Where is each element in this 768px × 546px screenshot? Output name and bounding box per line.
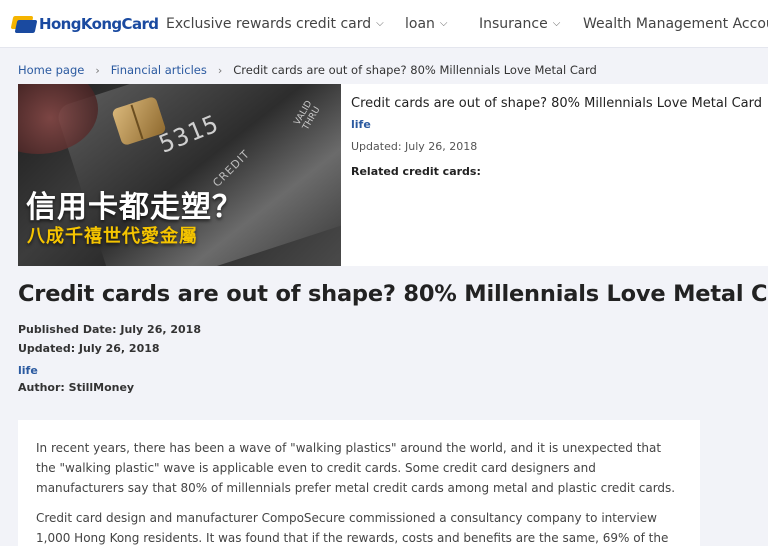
article-card-title[interactable]: Credit cards are out of shape? 80% Mille… [351, 96, 762, 112]
article-body: In recent years, there has been a wave o… [18, 420, 700, 546]
page-title: Credit cards are out of shape? 80% Mille… [18, 281, 768, 307]
nav-loan[interactable]: loan ⌵ [405, 0, 448, 48]
article-paragraph: Credit card design and manufacturer Comp… [36, 511, 669, 545]
breadcrumb-separator-icon: › [217, 63, 223, 77]
logo-text: HongKongCard [39, 15, 159, 33]
nav-label: loan [405, 16, 435, 32]
nav-label: Wealth Management Account [583, 16, 768, 32]
article-card-related: Related credit cards: [351, 165, 481, 178]
chevron-down-icon: ⌵ [439, 17, 448, 29]
chevron-down-icon: ⌵ [376, 17, 384, 29]
breadcrumb-separator-icon: › [95, 63, 100, 77]
nav-credit-card[interactable]: credit card ⌵ [296, 0, 384, 48]
published-date: Published Date: July 26, 2018 [18, 323, 201, 336]
thumbnail-headline: 信用卡都走塑？ [26, 190, 243, 225]
article-card-tag[interactable]: life [351, 118, 761, 131]
breadcrumb-section-link[interactable]: Financial articles [111, 63, 207, 77]
article-card-info: Credit cards are out of shape? 80% Mille… [351, 96, 762, 178]
breadcrumb-home-link[interactable]: Home page [18, 63, 84, 77]
article-thumbnail[interactable]: 5315 VALID THRU CREDIT 信用卡都走塑？ 八成千禧世代愛金屬 [18, 84, 341, 266]
article-paragraph: In recent years, there has been a wave o… [36, 441, 676, 495]
breadcrumb-current: Credit cards are out of shape? 80% Mille… [233, 63, 597, 77]
site-header: HongKongCard Exclusive rewards credit ca… [0, 0, 768, 48]
article-author: Author: StillMoney [18, 381, 135, 394]
nav-label: Exclusive rewards [166, 16, 292, 32]
article-tag[interactable]: life [18, 364, 38, 377]
nav-label: credit card [296, 16, 372, 32]
thumbnail-subline: 八成千禧世代愛金屬 [27, 226, 198, 247]
article-card[interactable]: 5315 VALID THRU CREDIT 信用卡都走塑？ 八成千禧世代愛金屬… [18, 84, 768, 266]
article-card-updated: Updated: July 26, 2018 [351, 140, 478, 153]
logo-cards-icon [10, 13, 38, 35]
site-logo[interactable]: HongKongCard [10, 12, 159, 36]
chevron-down-icon: ⌵ [552, 17, 561, 29]
nav-wealth-management[interactable]: Wealth Management Account ⌵ [583, 0, 768, 48]
breadcrumb: Home page › Financial articles › Credit … [18, 63, 597, 77]
updated-date: Updated: July 26, 2018 [18, 342, 160, 355]
nav-exclusive-rewards[interactable]: Exclusive rewards [166, 0, 292, 48]
nav-label: Insurance [479, 16, 548, 32]
nav-insurance[interactable]: Insurance ⌵ [479, 0, 560, 48]
